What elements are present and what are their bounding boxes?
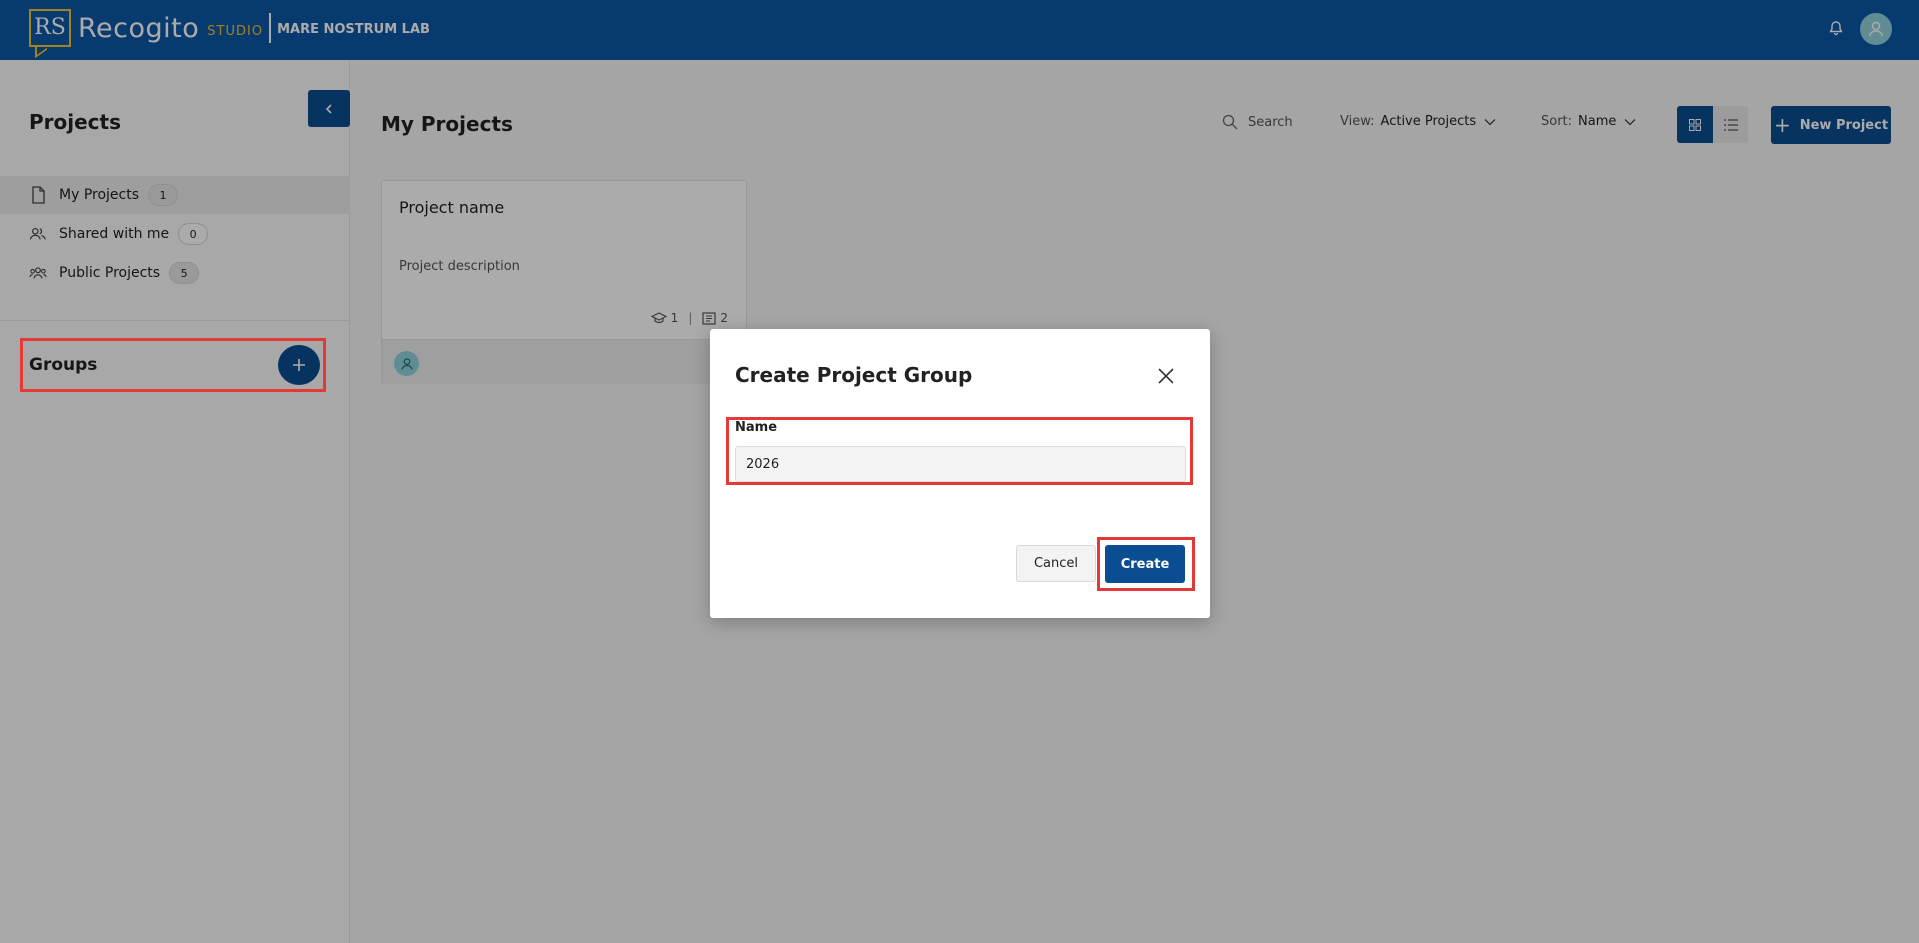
- create-project-group-dialog: Create Project Group Name Cancel Create: [710, 329, 1210, 618]
- groups-highlight: [20, 338, 326, 392]
- group-name-input[interactable]: [735, 446, 1186, 482]
- close-button[interactable]: [1153, 363, 1179, 389]
- close-icon: [1158, 368, 1174, 384]
- create-button[interactable]: Create: [1105, 545, 1185, 583]
- dialog-title: Create Project Group: [735, 363, 973, 387]
- name-label: Name: [735, 420, 778, 435]
- cancel-button[interactable]: Cancel: [1016, 545, 1096, 582]
